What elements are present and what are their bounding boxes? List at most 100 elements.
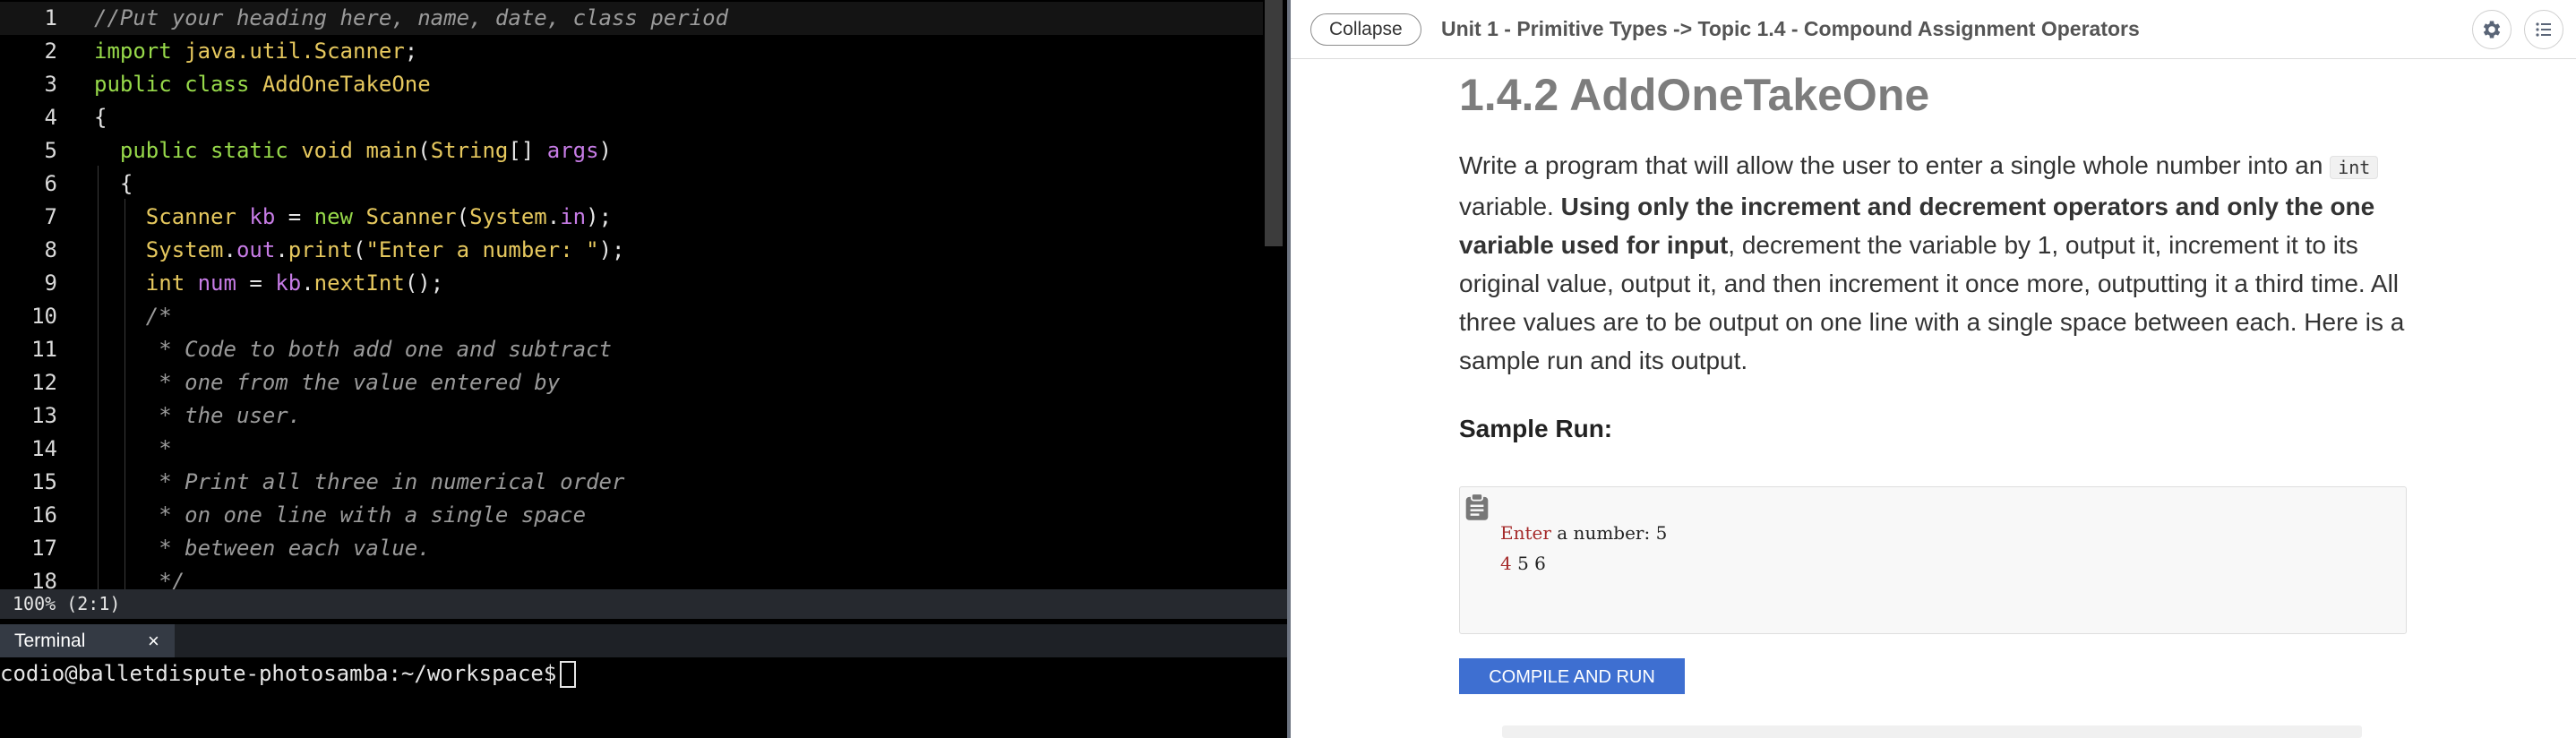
code-line[interactable]: 14 * xyxy=(0,433,1263,466)
code-token: . xyxy=(301,270,314,296)
tab-terminal-label: Terminal xyxy=(14,631,86,651)
code-editor[interactable]: 1 //Put your heading here, name, date, cl… xyxy=(0,0,1287,589)
code-line[interactable]: 6 { xyxy=(0,167,1263,201)
code-line[interactable]: 8 System.out.print("Enter a number: "); xyxy=(0,234,1263,267)
code-text: * on one line with a single space xyxy=(94,499,586,532)
sample-number: 4 xyxy=(1500,553,1512,574)
terminal-prompt-line: codio@balletdispute-photosamba:~/workspa… xyxy=(0,657,577,690)
instructions-text-2: variable. xyxy=(1459,193,1561,220)
code-token: . xyxy=(275,237,288,262)
guide-header: Collapse Unit 1 - Primitive Types -> Top… xyxy=(1291,0,2576,59)
terminal[interactable]: codio@balletdispute-photosamba:~/workspa… xyxy=(0,657,1287,738)
code-token: java.util.Scanner xyxy=(185,39,405,64)
sample-line-2: 4 5 6 xyxy=(1500,548,1667,579)
code-token: . xyxy=(546,204,561,229)
line-number: 6 xyxy=(44,171,57,196)
code-token: public static xyxy=(94,138,302,163)
code-token: * xyxy=(94,436,172,461)
line-number: 15 xyxy=(31,469,57,494)
line-number: 13 xyxy=(31,403,57,428)
terminal-prompt: codio@balletdispute-photosamba:~/workspa… xyxy=(0,661,557,686)
terminal-tab-bar: Terminal × xyxy=(0,624,1287,657)
code-token: in xyxy=(560,204,587,229)
clipboard-icon xyxy=(1465,493,1489,520)
line-number: 1 xyxy=(44,5,57,30)
code-token: Scanner xyxy=(94,204,250,229)
code-token: { xyxy=(94,105,107,130)
code-line[interactable]: 16 * on one line with a single space xyxy=(0,499,1263,532)
inline-code: int xyxy=(2330,156,2379,179)
code-line[interactable]: 18 */ xyxy=(0,565,1263,589)
copy-button[interactable] xyxy=(1464,493,1490,526)
code-token: nextInt xyxy=(313,270,405,296)
line-number: 18 xyxy=(31,569,57,589)
terminal-cursor xyxy=(560,661,577,688)
code-token: System xyxy=(469,204,547,229)
editor-status-bar: 100% (2:1) xyxy=(0,589,1287,619)
line-number: 16 xyxy=(31,502,57,528)
code-line[interactable]: 15 * Print all three in numerical order xyxy=(0,466,1263,499)
indent-guide xyxy=(98,166,99,589)
line-number: 10 xyxy=(31,304,57,329)
page-title: 1.4.2 AddOneTakeOne xyxy=(1459,70,1930,120)
code-text: * xyxy=(94,433,172,466)
code-token: int xyxy=(94,270,198,296)
code-token: */ xyxy=(94,569,185,589)
code-token: void xyxy=(301,138,366,163)
line-number: 5 xyxy=(44,138,57,163)
code-text: * Print all three in numerical order xyxy=(94,466,624,499)
code-text: /* xyxy=(94,300,172,333)
code-text: //Put your heading here, name, date, cla… xyxy=(94,2,728,35)
editor-scrollbar[interactable] xyxy=(1265,0,1283,246)
tab-terminal[interactable]: Terminal × xyxy=(0,624,175,657)
code-line[interactable]: 17 * between each value. xyxy=(0,532,1263,565)
code-token: main xyxy=(365,138,418,163)
code-text: * Code to both add one and subtract xyxy=(94,333,612,366)
code-token: ( xyxy=(417,138,431,163)
line-number: 7 xyxy=(44,204,57,229)
editor-pane: 1 //Put your heading here, name, date, cl… xyxy=(0,0,1287,738)
code-text: import java.util.Scanner; xyxy=(94,35,417,68)
code-line[interactable]: 12 * one from the value entered by xyxy=(0,366,1263,399)
code-token: * Code to both add one and subtract xyxy=(94,337,612,362)
table-of-contents-button[interactable] xyxy=(2524,10,2563,49)
code-token: AddOneTakeOne xyxy=(262,72,431,97)
code-token: * one from the value entered by xyxy=(94,370,561,395)
compile-and-run-button[interactable]: COMPILE AND RUN xyxy=(1459,658,1685,694)
collapse-button[interactable]: Collapse xyxy=(1310,13,1421,46)
code-line[interactable]: 13 * the user. xyxy=(0,399,1263,433)
code-text: public class AddOneTakeOne xyxy=(94,68,431,101)
sample-keyword: Enter xyxy=(1500,522,1551,544)
code-line[interactable]: 3 public class AddOneTakeOne xyxy=(0,68,1263,101)
code-line[interactable]: 10 /* xyxy=(0,300,1263,333)
sample-text: a number: 5 xyxy=(1550,522,1668,544)
code-token: String xyxy=(430,138,509,163)
code-line[interactable]: 5 public static void main(String[] args) xyxy=(0,134,1263,167)
code-text: { xyxy=(94,167,133,201)
code-token: /* xyxy=(94,304,172,329)
code-token: ) xyxy=(598,138,612,163)
code-line[interactable]: 4{ xyxy=(0,101,1263,134)
settings-button[interactable] xyxy=(2472,10,2512,49)
instructions-text-1: Write a program that will allow the user… xyxy=(1459,151,2331,179)
code-token: ( xyxy=(353,237,366,262)
sample-text: 5 6 xyxy=(1511,553,1546,574)
code-token: //Put your heading here, name, date, cla… xyxy=(94,5,729,30)
code-line[interactable]: 11 * Code to both add one and subtract xyxy=(0,333,1263,366)
code-token: ; xyxy=(404,39,418,64)
code-token: num xyxy=(197,270,236,296)
code-token: * on one line with a single space xyxy=(94,502,587,528)
code-line[interactable]: 2 import java.util.Scanner; xyxy=(0,35,1263,68)
sample-run-box: Enter a number: 5 4 5 6 xyxy=(1459,486,2407,634)
line-number: 2 xyxy=(44,39,57,64)
code-token: = xyxy=(275,204,314,229)
instructions-paragraph: Write a program that will allow the user… xyxy=(1459,146,2409,380)
line-number: 8 xyxy=(44,237,57,262)
code-line[interactable]: 7 Scanner kb = new Scanner(System.in); xyxy=(0,201,1263,234)
code-token: kb xyxy=(249,204,276,229)
guide-pane: Collapse Unit 1 - Primitive Types -> Top… xyxy=(1291,0,2576,738)
code-token: = xyxy=(236,270,276,296)
code-line[interactable]: 1 //Put your heading here, name, date, cl… xyxy=(0,2,1263,35)
close-icon[interactable]: × xyxy=(148,624,159,657)
code-line[interactable]: 9 int num = kb.nextInt(); xyxy=(0,267,1263,300)
